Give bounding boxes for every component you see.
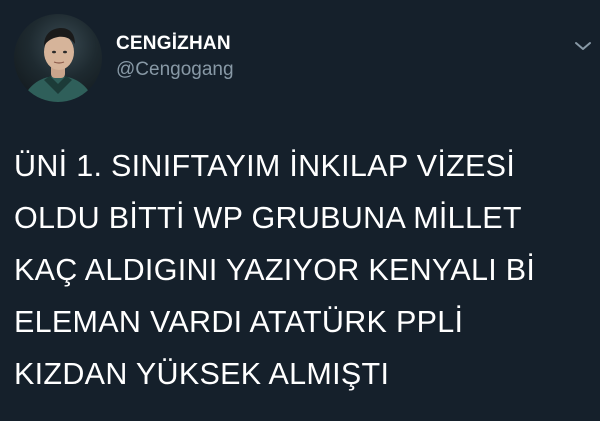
chevron-down-icon[interactable] xyxy=(572,38,594,54)
tweet-text-line: KIZDAN YÜKSEK ALMIŞTI xyxy=(14,357,390,391)
avatar[interactable] xyxy=(14,14,102,102)
tweet-header: CENGİZHAN @Cengogang xyxy=(14,14,234,102)
display-name[interactable]: CENGİZHAN xyxy=(116,31,234,57)
tweet-text-line: KAÇ ALDIGINI YAZIYOR KENYALI Bİ xyxy=(14,253,536,287)
avatar-photo xyxy=(22,28,94,102)
author-names: CENGİZHAN @Cengogang xyxy=(116,31,234,83)
tweet-text-line: OLDU BİTTİ WP GRUBUNA MİLLET xyxy=(14,201,522,235)
tweet-card: CENGİZHAN @Cengogang ÜNİ 1. SINIFTAYIM İ… xyxy=(0,0,600,421)
handle[interactable]: @Cengogang xyxy=(116,57,234,83)
tweet-text: ÜNİ 1. SINIFTAYIM İNKILAP VİZESİ OLDU Bİ… xyxy=(14,140,586,400)
tweet-text-line: ÜNİ 1. SINIFTAYIM İNKILAP VİZESİ xyxy=(14,149,516,183)
tweet-text-line: ELEMAN VARDI ATATÜRK PPLİ xyxy=(14,305,464,339)
